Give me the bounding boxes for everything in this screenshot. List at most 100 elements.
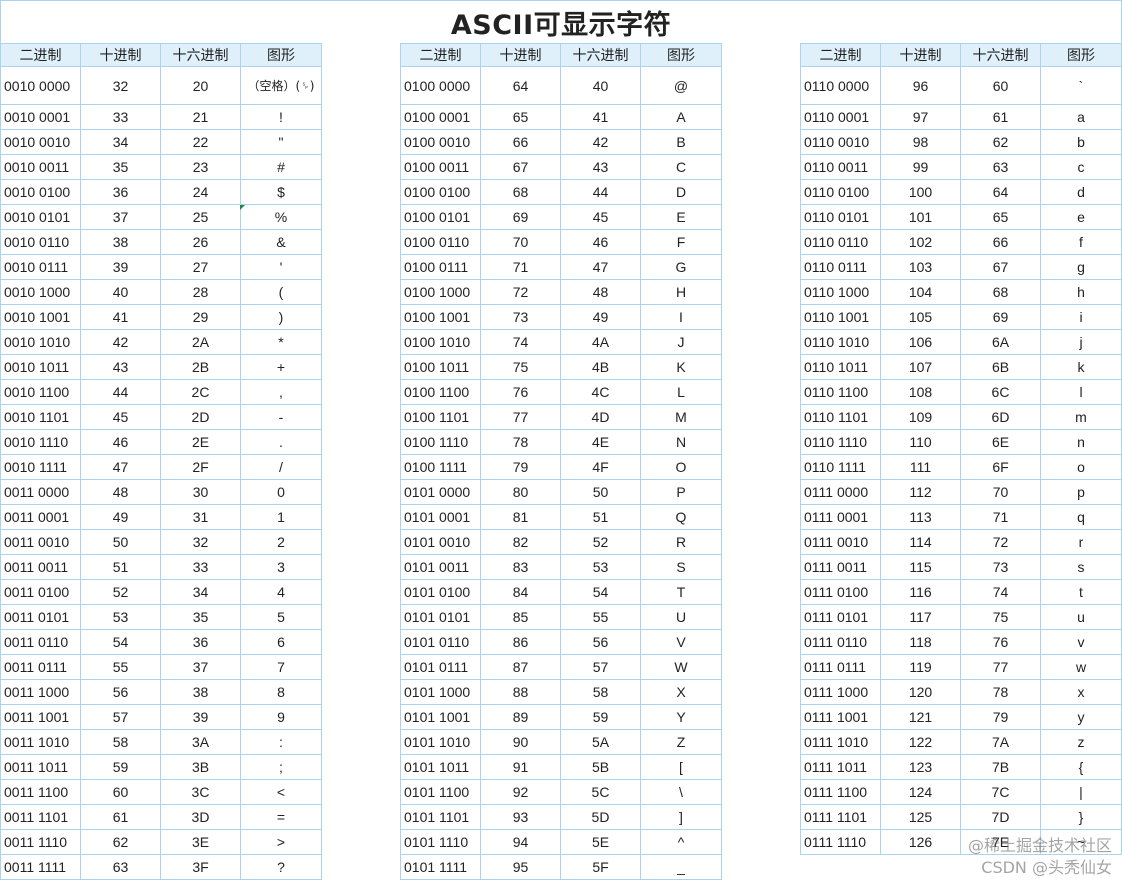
cell-dec: 63 xyxy=(80,854,161,880)
table-row: 0011 0111 55 37 7 xyxy=(0,654,322,680)
table-row: 0011 0101 53 35 5 xyxy=(0,604,322,630)
cell-glyph: G xyxy=(640,254,722,280)
cell-hex: 5B xyxy=(560,754,641,780)
cell-bin: 0100 0011 xyxy=(400,154,481,180)
cell-bin: 0011 1110 xyxy=(0,829,81,855)
cell-bin: 0100 1111 xyxy=(400,454,481,480)
cell-glyph: | xyxy=(1040,779,1122,805)
cell-hex: 4A xyxy=(560,329,641,355)
cell-dec: 119 xyxy=(880,654,961,680)
cell-dec: 82 xyxy=(480,529,561,555)
cell-hex: 2C xyxy=(160,379,241,405)
cell-glyph: ) xyxy=(240,304,322,330)
cell-bin: 0101 0100 xyxy=(400,579,481,605)
cell-hex: 55 xyxy=(560,604,641,630)
cell-hex: 5A xyxy=(560,729,641,755)
cell-dec: 58 xyxy=(80,729,161,755)
cell-bin: 0010 1100 xyxy=(0,379,81,405)
table-row: 0010 1101 45 2D - xyxy=(0,404,322,430)
cell-glyph: y xyxy=(1040,704,1122,730)
table-row: 0111 0101 117 75 u xyxy=(800,604,1122,630)
cell-hex: 64 xyxy=(960,179,1041,205)
table-row: 0011 1100 60 3C < xyxy=(0,779,322,805)
cell-glyph: & xyxy=(240,229,322,255)
cell-glyph: O xyxy=(640,454,722,480)
cell-dec: 106 xyxy=(880,329,961,355)
cell-bin: 0110 1010 xyxy=(800,329,881,355)
cell-glyph: ^ xyxy=(640,829,722,855)
cell-dec: 37 xyxy=(80,204,161,230)
cell-dec: 124 xyxy=(880,779,961,805)
cell-dec: 91 xyxy=(480,754,561,780)
cell-dec: 57 xyxy=(80,704,161,730)
table-row: 0011 0100 52 34 4 xyxy=(0,579,322,605)
cell-dec: 49 xyxy=(80,504,161,530)
cell-glyph: Y xyxy=(640,704,722,730)
cell-hex: 26 xyxy=(160,229,241,255)
cell-dec: 66 xyxy=(480,129,561,155)
table-row: 0110 1100 108 6C l xyxy=(800,379,1122,405)
cell-hex: 6F xyxy=(960,454,1041,480)
cell-hex: 74 xyxy=(960,579,1041,605)
table-row: 0101 0111 87 57 W xyxy=(400,654,722,680)
table-row: 0101 0001 81 51 Q xyxy=(400,504,722,530)
table-row: 0011 1101 61 3D = xyxy=(0,804,322,830)
cell-dec: 52 xyxy=(80,579,161,605)
cell-glyph: S xyxy=(640,554,722,580)
cell-dec: 105 xyxy=(880,304,961,330)
cell-bin: 0011 0010 xyxy=(0,529,81,555)
table-row: 0101 0110 86 56 V xyxy=(400,629,722,655)
table-row: 0100 1100 76 4C L xyxy=(400,379,722,405)
cell-dec: 71 xyxy=(480,254,561,280)
cell-dec: 112 xyxy=(880,479,961,505)
cell-glyph: Q xyxy=(640,504,722,530)
cell-glyph: J xyxy=(640,329,722,355)
ascii-table-block-3: 二进制 十进制 十六进制 图形 0110 0000 96 60 ` 0110 0001 97 61 a… xyxy=(800,43,1122,855)
column-header-glyph: 图形 xyxy=(640,43,722,67)
table-row: 0110 0110 102 66 f xyxy=(800,229,1122,255)
cell-bin: 0101 1000 xyxy=(400,679,481,705)
table-row: 0110 1010 106 6A j xyxy=(800,329,1122,355)
table-row: 0110 0111 103 67 g xyxy=(800,254,1122,280)
cell-bin: 0110 1110 xyxy=(800,429,881,455)
cell-dec: 96 xyxy=(880,66,961,105)
cell-bin: 0010 0000 xyxy=(0,66,81,105)
cell-dec: 116 xyxy=(880,579,961,605)
cell-bin: 0010 0100 xyxy=(0,179,81,205)
table-row: 0111 1001 121 79 y xyxy=(800,704,1122,730)
cell-bin: 0110 0000 xyxy=(800,66,881,105)
cell-glyph: @ xyxy=(640,66,722,105)
table-row: 0010 1000 40 28( xyxy=(0,279,322,305)
cell-dec: 65 xyxy=(480,104,561,130)
table-row: 0011 1001 57 39 9 xyxy=(0,704,322,730)
cell-hex: 2F xyxy=(160,454,241,480)
cell-bin: 0100 1110 xyxy=(400,429,481,455)
cell-hex: 79 xyxy=(960,704,1041,730)
table-row: 0101 0000 80 50 P xyxy=(400,479,722,505)
cell-glyph: u xyxy=(1040,604,1122,630)
table-row: 0100 0000 64 40 @ xyxy=(400,66,722,105)
cell-hex: 2E xyxy=(160,429,241,455)
ascii-table-block-1: 二进制 十进制 十六进制 图形 0010 0000 32 20 （空格）(␠) 0010 000… xyxy=(0,43,322,880)
table-row: 0011 1010 58 3A: xyxy=(0,729,322,755)
cell-bin: 0101 1001 xyxy=(400,704,481,730)
table-row: 0100 1000 72 48 H xyxy=(400,279,722,305)
cell-hex: 3B xyxy=(160,754,241,780)
cell-dec: 48 xyxy=(80,479,161,505)
table-row: 0011 0011 51 33 3 xyxy=(0,554,322,580)
table-row: 0101 1100 92 5C \ xyxy=(400,779,722,805)
cell-glyph: n xyxy=(1040,429,1122,455)
header-row: 二进制 十进制 十六进制 图形 xyxy=(800,43,1122,67)
cell-bin: 0110 0100 xyxy=(800,179,881,205)
cell-hex: 7C xyxy=(960,779,1041,805)
cell-glyph: < xyxy=(240,779,322,805)
table-row: 0110 0010 98 62 b xyxy=(800,129,1122,155)
cell-glyph: F xyxy=(640,229,722,255)
cell-hex: 50 xyxy=(560,479,641,505)
cell-dec: 51 xyxy=(80,554,161,580)
cell-dec: 102 xyxy=(880,229,961,255)
table-row: 0110 0011 99 63 c xyxy=(800,154,1122,180)
cell-glyph: " xyxy=(240,129,322,155)
cell-dec: 81 xyxy=(480,504,561,530)
cell-hex: 35 xyxy=(160,604,241,630)
